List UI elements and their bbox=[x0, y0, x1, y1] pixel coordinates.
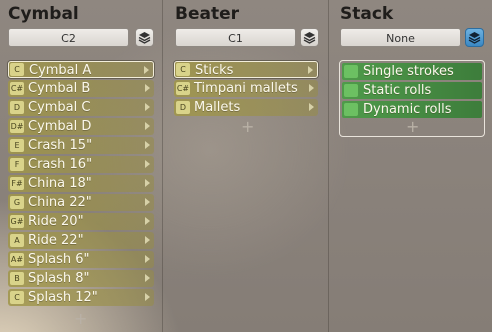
cymbal-item-label: Splash 12" bbox=[28, 290, 98, 305]
cymbal-item-label: Cymbal C bbox=[28, 100, 91, 115]
note-key-badge: F bbox=[10, 158, 24, 171]
cymbal-title: Cymbal bbox=[8, 4, 79, 24]
beater-layers-button[interactable] bbox=[300, 28, 319, 47]
stack-field[interactable]: None bbox=[340, 28, 461, 47]
note-key-badge: B bbox=[10, 272, 24, 285]
stack-item-label: Static rolls bbox=[363, 83, 432, 98]
chevron-right-icon[interactable] bbox=[308, 66, 313, 74]
stack-item[interactable]: Static rolls bbox=[342, 82, 482, 99]
cymbal-note-field[interactable]: C2 bbox=[8, 28, 129, 47]
cymbal-item[interactable]: F# China 18" bbox=[8, 175, 154, 192]
note-key-badge: C bbox=[10, 291, 24, 304]
cymbal-item[interactable]: E Crash 15" bbox=[8, 137, 154, 154]
chevron-right-icon[interactable] bbox=[145, 198, 150, 206]
note-key-badge: E bbox=[10, 139, 24, 152]
note-key-badge: A# bbox=[10, 253, 24, 266]
chevron-right-icon[interactable] bbox=[145, 236, 150, 244]
cymbal-layers-button[interactable] bbox=[135, 28, 154, 47]
beater-item[interactable]: D Mallets bbox=[174, 99, 318, 116]
cymbal-item-label: Crash 15" bbox=[28, 138, 93, 153]
stack-item-label: Single strokes bbox=[363, 64, 454, 79]
cymbal-item[interactable]: D Cymbal C bbox=[8, 99, 154, 116]
layers-icon bbox=[303, 32, 316, 44]
stack-column: Stack None Single strokes Static rolls Dyn… bbox=[328, 0, 492, 332]
stack-item-label: Dynamic rolls bbox=[363, 102, 452, 117]
cymbal-item-label: Cymbal D bbox=[28, 119, 92, 134]
beater-item-label: Mallets bbox=[194, 100, 241, 115]
cymbal-item[interactable]: G# Ride 20" bbox=[8, 213, 154, 230]
chevron-right-icon[interactable] bbox=[145, 160, 150, 168]
chevron-right-icon[interactable] bbox=[145, 293, 150, 301]
beater-item-label: Timpani mallets bbox=[194, 81, 298, 96]
cymbal-item[interactable]: F Crash 16" bbox=[8, 156, 154, 173]
beater-column: Beater C1 C Sticks C# Timpani mallets D Malle… bbox=[162, 0, 329, 332]
note-key-badge: G# bbox=[10, 215, 24, 228]
stack-title: Stack bbox=[340, 4, 394, 24]
note-key-badge: D bbox=[10, 101, 24, 114]
note-key-badge: C bbox=[10, 63, 24, 76]
cymbal-item[interactable]: A# Splash 6" bbox=[8, 251, 154, 268]
cymbal-add-button[interactable]: + bbox=[74, 311, 87, 327]
chevron-right-icon[interactable] bbox=[145, 217, 150, 225]
beater-item[interactable]: C# Timpani mallets bbox=[174, 80, 318, 97]
cymbal-item[interactable]: B Splash 8" bbox=[8, 270, 154, 287]
note-key-badge: D# bbox=[10, 120, 24, 133]
cymbal-item[interactable]: D# Cymbal D bbox=[8, 118, 154, 135]
stack-add-button[interactable]: + bbox=[406, 119, 419, 135]
chevron-right-icon[interactable] bbox=[309, 103, 314, 111]
note-key-badge: D bbox=[176, 101, 190, 114]
cymbal-item[interactable]: C Cymbal A bbox=[8, 61, 154, 78]
cymbal-item-label: Cymbal A bbox=[29, 63, 92, 78]
cymbal-item-label: Splash 6" bbox=[28, 252, 90, 267]
note-key-badge: F# bbox=[10, 177, 24, 190]
chevron-right-icon[interactable] bbox=[145, 141, 150, 149]
cymbal-item[interactable]: A Ride 22" bbox=[8, 232, 154, 249]
cymbal-item-label: Ride 22" bbox=[28, 233, 84, 248]
chevron-right-icon[interactable] bbox=[145, 179, 150, 187]
note-key-badge: C bbox=[176, 63, 190, 76]
chevron-right-icon[interactable] bbox=[309, 84, 314, 92]
cymbal-item-label: Cymbal B bbox=[28, 81, 91, 96]
stack-item[interactable]: Single strokes bbox=[342, 63, 482, 80]
chevron-right-icon[interactable] bbox=[145, 103, 150, 111]
stack-item-marker bbox=[344, 65, 358, 78]
chevron-right-icon[interactable] bbox=[145, 255, 150, 263]
note-key-badge: G bbox=[10, 196, 24, 209]
beater-item-label: Sticks bbox=[195, 63, 234, 78]
chevron-right-icon[interactable] bbox=[145, 274, 150, 282]
stack-item-marker bbox=[344, 103, 358, 116]
cymbal-item[interactable]: C Splash 12" bbox=[8, 289, 154, 306]
chevron-right-icon[interactable] bbox=[145, 122, 150, 130]
beater-item[interactable]: C Sticks bbox=[174, 61, 318, 78]
note-key-badge: C# bbox=[176, 82, 190, 95]
cymbal-item-label: China 18" bbox=[28, 176, 92, 191]
cymbal-item-label: Ride 20" bbox=[28, 214, 84, 229]
beater-note-field[interactable]: C1 bbox=[175, 28, 296, 47]
note-key-badge: C# bbox=[10, 82, 24, 95]
cymbal-item[interactable]: G China 22" bbox=[8, 194, 154, 211]
stack-item[interactable]: Dynamic rolls bbox=[342, 101, 482, 118]
layers-icon bbox=[138, 32, 151, 44]
beater-add-button[interactable]: + bbox=[241, 119, 254, 135]
stack-layers-button[interactable] bbox=[465, 28, 484, 47]
chevron-right-icon[interactable] bbox=[145, 84, 150, 92]
cymbal-item[interactable]: C# Cymbal B bbox=[8, 80, 154, 97]
cymbal-column: Cymbal C2 C Cymbal A C# Cymbal B D Cymbal C D#… bbox=[0, 0, 162, 332]
cymbal-item-label: China 22" bbox=[28, 195, 92, 210]
stack-item-marker bbox=[344, 84, 358, 97]
beater-title: Beater bbox=[175, 4, 239, 24]
chevron-right-icon[interactable] bbox=[144, 66, 149, 74]
cymbal-item-label: Crash 16" bbox=[28, 157, 93, 172]
layers-icon bbox=[468, 32, 481, 44]
cymbal-item-label: Splash 8" bbox=[28, 271, 90, 286]
note-key-badge: A bbox=[10, 234, 24, 247]
